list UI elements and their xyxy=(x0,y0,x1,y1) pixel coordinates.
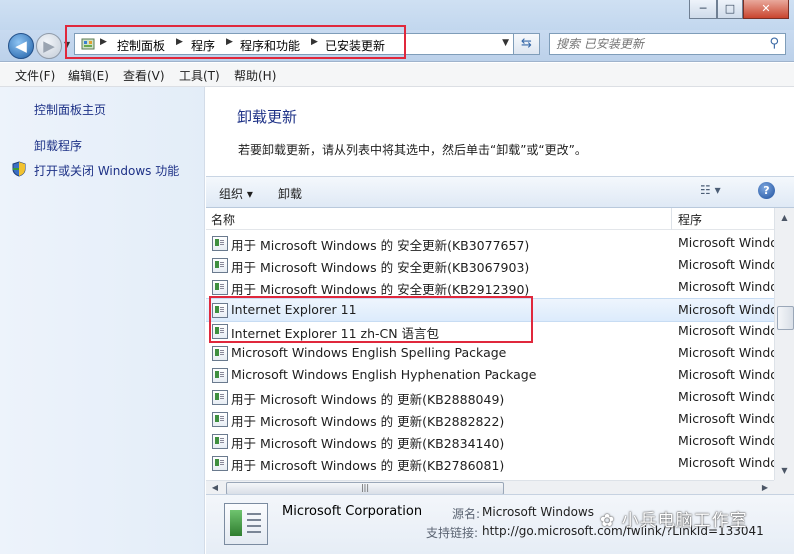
forward-button[interactable]: ▶ xyxy=(36,33,62,59)
scroll-down-icon[interactable]: ▼ xyxy=(777,463,792,478)
update-program: Microsoft Windows xyxy=(678,411,774,426)
close-button[interactable]: ✕ xyxy=(743,0,789,19)
page-description: 若要卸载更新，请从列表中将其选中，然后单击“卸载”或“更改”。 xyxy=(238,143,587,157)
list-item[interactable]: 用于 Microsoft Windows 的 更新(KB2882822) Mic… xyxy=(206,408,774,430)
back-button[interactable]: ◀ xyxy=(8,33,34,59)
update-program: Microsoft Windows xyxy=(678,433,774,448)
maximize-button[interactable]: □ xyxy=(717,0,743,19)
search-icon[interactable]: ⚲ xyxy=(769,36,779,51)
update-name: Microsoft Windows English Hyphenation Pa… xyxy=(231,367,537,382)
list-item[interactable]: 用于 Microsoft Windows 的 更新(KB2834140) Mic… xyxy=(206,430,774,452)
list-item[interactable]: 用于 Microsoft Windows 的 安全更新(KB2912390) M… xyxy=(206,276,774,298)
scrollbar-corner xyxy=(774,480,794,494)
update-icon xyxy=(212,280,228,295)
publisher-name: Microsoft Corporation xyxy=(282,504,423,519)
menu-view[interactable]: 查看(V) xyxy=(123,67,165,84)
refresh-button[interactable]: ⇆ xyxy=(514,33,540,55)
list-item[interactable]: 用于 Microsoft Windows 的 安全更新(KB3077657) M… xyxy=(206,232,774,254)
menu-file[interactable]: 文件(F) xyxy=(15,67,55,84)
update-large-icon xyxy=(224,503,268,545)
scroll-thumb[interactable] xyxy=(777,306,794,330)
task-pane: 控制面板主页 卸载程序 打开或关闭 Windows 功能 xyxy=(0,87,205,554)
update-program: Microsoft Windows xyxy=(678,367,774,382)
watermark: ✿ 小兵电脑工作室 xyxy=(600,511,748,531)
refresh-icon: ⇆ xyxy=(521,36,532,51)
update-name: 用于 Microsoft Windows 的 更新(KB2882822) xyxy=(231,414,505,429)
control-panel-home-link[interactable]: 控制面板主页 xyxy=(34,101,106,118)
update-name: Microsoft Windows English Spelling Packa… xyxy=(231,345,507,360)
minimize-button[interactable]: ─ xyxy=(689,0,717,19)
update-icon xyxy=(212,236,228,251)
update-name: 用于 Microsoft Windows 的 更新(KB2786081) xyxy=(231,458,505,473)
update-name: 用于 Microsoft Windows 的 安全更新(KB3067903) xyxy=(231,260,530,275)
update-name: 用于 Microsoft Windows 的 安全更新(KB3077657) xyxy=(231,238,530,253)
update-name: 用于 Microsoft Windows 的 更新(KB2834140) xyxy=(231,436,505,451)
source-label: 源名: xyxy=(452,507,481,521)
scroll-left-icon[interactable]: ◀ xyxy=(208,481,222,495)
scroll-right-icon[interactable]: ▶ xyxy=(758,481,772,495)
update-icon xyxy=(212,412,228,427)
list-item[interactable]: Microsoft Windows English Spelling Packa… xyxy=(206,342,774,364)
update-program: Microsoft Windows xyxy=(678,345,774,360)
search-input[interactable] xyxy=(556,36,756,52)
update-program: Microsoft Windows xyxy=(678,257,774,272)
update-program: Microsoft Windows xyxy=(678,455,774,470)
help-icon[interactable]: ? xyxy=(758,182,775,199)
source-value: Microsoft Windows xyxy=(482,505,594,519)
updates-list: 用于 Microsoft Windows 的 安全更新(KB3077657) M… xyxy=(206,230,774,480)
update-icon xyxy=(212,258,228,273)
uninstall-program-link[interactable]: 卸载程序 xyxy=(34,137,82,154)
list-item[interactable]: 用于 Microsoft Windows 的 安全更新(KB3067903) M… xyxy=(206,254,774,276)
list-header: 名称 程序 xyxy=(206,208,774,230)
update-icon xyxy=(212,456,228,471)
menu-tools[interactable]: 工具(T) xyxy=(179,67,220,84)
support-link-label: 支持链接: xyxy=(426,526,479,540)
horizontal-scrollbar[interactable]: ◀ ||| ▶ xyxy=(206,480,774,495)
vertical-scrollbar[interactable]: ▲ ▼ xyxy=(774,208,794,480)
windows-features-link[interactable]: 打开或关闭 Windows 功能 xyxy=(34,162,179,179)
list-item[interactable]: 用于 Microsoft Windows 的 更新(KB2888049) Mic… xyxy=(206,386,774,408)
update-program: Microsoft Windows xyxy=(678,323,774,338)
update-icon xyxy=(212,434,228,449)
command-bar: 组织 ▾ 卸载 ☷ ▾ ? xyxy=(206,176,794,208)
address-dropdown-icon[interactable]: ▼ xyxy=(502,38,509,48)
update-icon xyxy=(212,390,228,405)
view-options-icon[interactable]: ☷ ▾ xyxy=(700,183,722,201)
update-name: 用于 Microsoft Windows 的 更新(KB2888049) xyxy=(231,392,505,407)
uninstall-button[interactable]: 卸载 xyxy=(278,185,302,202)
watermark-text: 小兵电脑工作室 xyxy=(621,511,748,531)
shield-icon xyxy=(12,161,26,177)
column-header-program[interactable]: 程序 xyxy=(678,211,702,228)
update-program: Microsoft Windows xyxy=(678,389,774,404)
scroll-up-icon[interactable]: ▲ xyxy=(777,210,792,225)
update-icon xyxy=(212,368,228,383)
list-item[interactable]: Microsoft Windows English Hyphenation Pa… xyxy=(206,364,774,386)
search-box[interactable]: ⚲ xyxy=(549,33,786,55)
highlight-box xyxy=(65,25,406,59)
page-title: 卸载更新 xyxy=(237,108,298,126)
menu-help[interactable]: 帮助(H) xyxy=(234,67,276,84)
update-program: Microsoft Windows xyxy=(678,302,774,317)
update-program: Microsoft Windows xyxy=(678,279,774,294)
menu-bar: 文件(F) 编辑(E) 查看(V) 工具(T) 帮助(H) xyxy=(0,63,794,87)
list-item[interactable]: 用于 Microsoft Windows 的 更新(KB2786081) Mic… xyxy=(206,452,774,474)
column-divider[interactable] xyxy=(671,208,672,230)
update-icon xyxy=(212,346,228,361)
menu-edit[interactable]: 编辑(E) xyxy=(68,67,109,84)
organize-button[interactable]: 组织 ▾ xyxy=(219,185,253,202)
update-program: Microsoft Windows xyxy=(678,235,774,250)
column-header-name[interactable]: 名称 xyxy=(211,211,235,228)
highlight-box xyxy=(209,296,533,343)
